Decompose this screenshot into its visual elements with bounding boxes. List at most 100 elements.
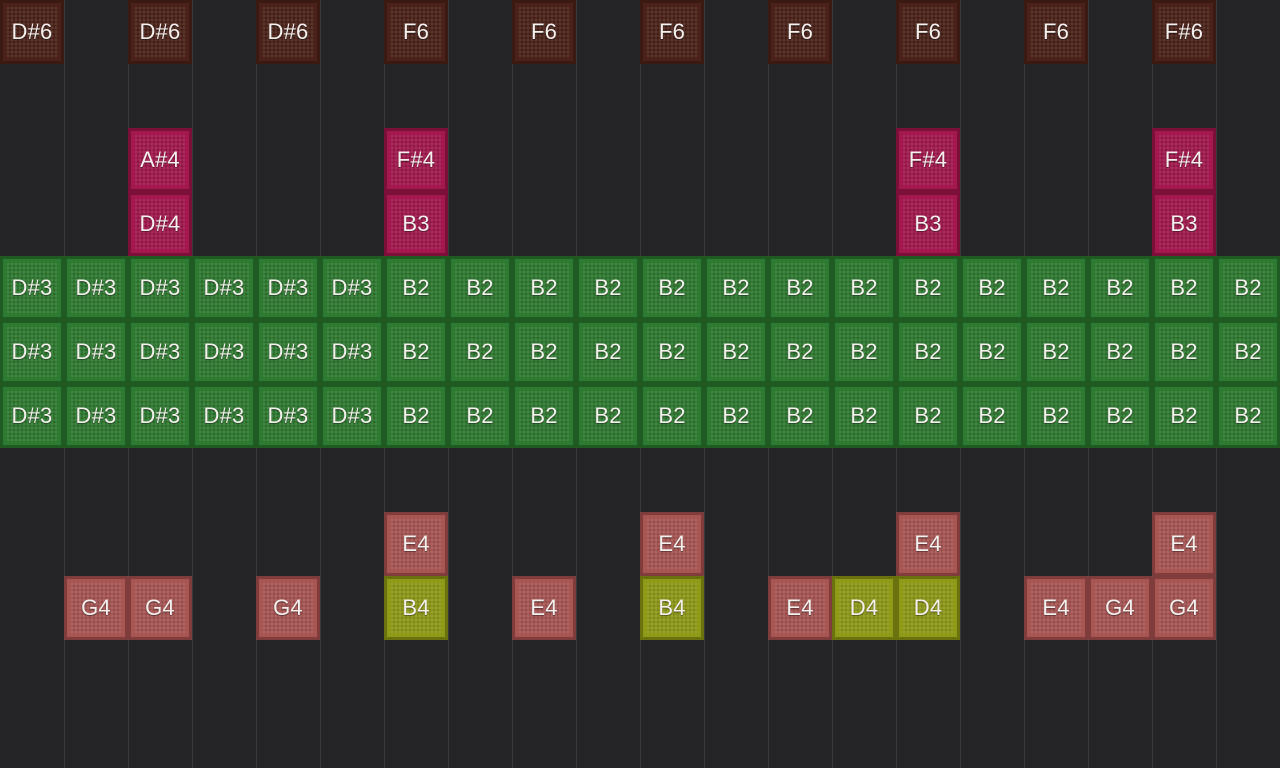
note-block[interactable]: D#3	[128, 320, 192, 384]
note-block[interactable]: B4	[384, 576, 448, 640]
note-block[interactable]: B2	[704, 320, 768, 384]
note-block[interactable]: E4	[768, 576, 832, 640]
note-block[interactable]: B3	[896, 192, 960, 256]
note-block[interactable]: B2	[576, 256, 640, 320]
note-block[interactable]: B2	[896, 320, 960, 384]
note-block[interactable]: D#6	[256, 0, 320, 64]
note-block[interactable]: B2	[960, 320, 1024, 384]
note-block[interactable]: F6	[640, 0, 704, 64]
note-block[interactable]: B2	[384, 256, 448, 320]
note-block[interactable]: B2	[1216, 384, 1280, 448]
note-block[interactable]: D#6	[0, 0, 64, 64]
note-block[interactable]: B2	[640, 256, 704, 320]
note-block[interactable]: B2	[576, 320, 640, 384]
note-block[interactable]: F#4	[896, 128, 960, 192]
note-block[interactable]: B2	[448, 384, 512, 448]
note-block[interactable]: D#3	[256, 384, 320, 448]
note-block[interactable]: B2	[832, 384, 896, 448]
note-block[interactable]: B2	[640, 320, 704, 384]
note-block[interactable]: B2	[512, 256, 576, 320]
note-block[interactable]: B2	[1024, 256, 1088, 320]
note-block[interactable]: G4	[64, 576, 128, 640]
note-block[interactable]: B2	[448, 320, 512, 384]
note-block[interactable]: B2	[576, 384, 640, 448]
note-block[interactable]: B2	[832, 320, 896, 384]
note-block[interactable]: B2	[1216, 320, 1280, 384]
note-block[interactable]: B2	[768, 256, 832, 320]
note-block[interactable]: D#3	[128, 256, 192, 320]
note-block[interactable]: D#3	[320, 384, 384, 448]
note-block[interactable]: G4	[1088, 576, 1152, 640]
note-block[interactable]: D#3	[192, 320, 256, 384]
note-block[interactable]: D#3	[320, 256, 384, 320]
note-block[interactable]: D#4	[128, 192, 192, 256]
note-block[interactable]: B2	[448, 256, 512, 320]
note-block[interactable]: B2	[384, 384, 448, 448]
note-block[interactable]: E4	[896, 512, 960, 576]
note-block[interactable]: B2	[1024, 320, 1088, 384]
note-block[interactable]: D#3	[192, 384, 256, 448]
note-block[interactable]: E4	[384, 512, 448, 576]
note-block[interactable]: D#6	[128, 0, 192, 64]
note-block[interactable]: D4	[896, 576, 960, 640]
note-block[interactable]: B2	[960, 384, 1024, 448]
note-block[interactable]: F6	[768, 0, 832, 64]
note-block[interactable]: D#3	[256, 256, 320, 320]
note-block[interactable]: D4	[832, 576, 896, 640]
note-block[interactable]: B2	[1088, 320, 1152, 384]
note-block[interactable]: G4	[1152, 576, 1216, 640]
note-block[interactable]: F#4	[384, 128, 448, 192]
note-block[interactable]: B2	[1216, 256, 1280, 320]
note-label: B2	[1106, 403, 1134, 428]
note-block[interactable]: B3	[384, 192, 448, 256]
note-block[interactable]: D#3	[128, 384, 192, 448]
note-grid[interactable]: D#6 D#6 D#6 F6 F6 F6 F6 F6 F6 F#6 A#4 F#4 F#4 F#4 D#4 B…	[0, 0, 1280, 768]
note-block[interactable]: B2	[960, 256, 1024, 320]
note-block[interactable]: B2	[1152, 320, 1216, 384]
note-block[interactable]: B2	[512, 320, 576, 384]
note-block[interactable]: D#3	[0, 256, 64, 320]
note-block[interactable]: E4	[640, 512, 704, 576]
note-block[interactable]: D#3	[320, 320, 384, 384]
note-block[interactable]: D#3	[64, 384, 128, 448]
note-block[interactable]: F6	[1024, 0, 1088, 64]
note-block[interactable]: B2	[1088, 384, 1152, 448]
note-label: D#3	[11, 275, 53, 300]
note-block[interactable]: B2	[704, 256, 768, 320]
note-block[interactable]: D#3	[256, 320, 320, 384]
note-block[interactable]: B3	[1152, 192, 1216, 256]
note-block[interactable]: D#3	[0, 384, 64, 448]
note-block[interactable]: B2	[384, 320, 448, 384]
note-block[interactable]: E4	[512, 576, 576, 640]
note-block[interactable]: F6	[384, 0, 448, 64]
note-block[interactable]: F6	[896, 0, 960, 64]
note-block[interactable]: B2	[512, 384, 576, 448]
note-block[interactable]: B2	[768, 384, 832, 448]
note-block[interactable]: B2	[1152, 256, 1216, 320]
note-block[interactable]: F#6	[1152, 0, 1216, 64]
note-block[interactable]: B2	[1152, 384, 1216, 448]
note-block[interactable]: B2	[832, 256, 896, 320]
note-block[interactable]: G4	[128, 576, 192, 640]
note-block[interactable]: F6	[512, 0, 576, 64]
note-block[interactable]: A#4	[128, 128, 192, 192]
note-block[interactable]: B2	[768, 320, 832, 384]
note-block[interactable]: B2	[1088, 256, 1152, 320]
note-block[interactable]: F#4	[1152, 128, 1216, 192]
note-block[interactable]: B2	[1024, 384, 1088, 448]
note-label: B2	[978, 339, 1006, 364]
note-label: E4	[530, 595, 558, 620]
note-block[interactable]: B2	[704, 384, 768, 448]
note-block[interactable]: B2	[896, 256, 960, 320]
note-block[interactable]: B4	[640, 576, 704, 640]
note-block[interactable]: E4	[1152, 512, 1216, 576]
note-label: B2	[530, 275, 558, 300]
note-block[interactable]: E4	[1024, 576, 1088, 640]
note-block[interactable]: D#3	[0, 320, 64, 384]
note-block[interactable]: B2	[896, 384, 960, 448]
note-block[interactable]: B2	[640, 384, 704, 448]
note-block[interactable]: D#3	[64, 256, 128, 320]
note-block[interactable]: D#3	[192, 256, 256, 320]
note-block[interactable]: D#3	[64, 320, 128, 384]
note-block[interactable]: G4	[256, 576, 320, 640]
